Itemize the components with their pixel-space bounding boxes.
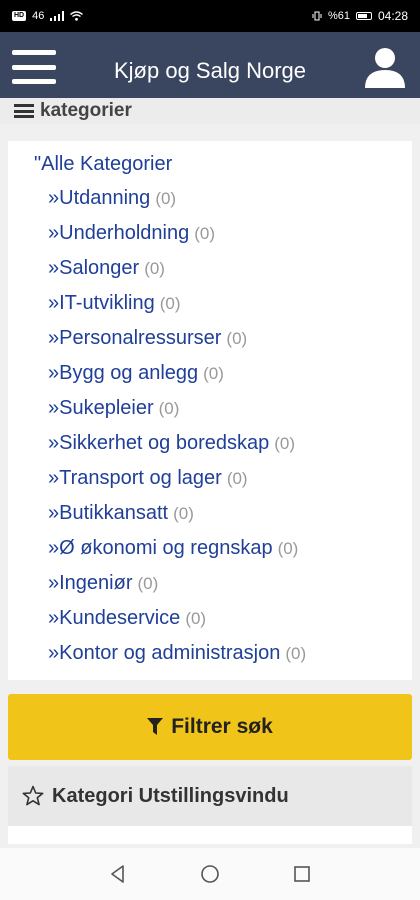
category-item: »Ø økonomi og regnskap (0) (48, 536, 306, 571)
category-link[interactable]: »Personalressurser (48, 327, 221, 349)
category-count: (0) (155, 189, 177, 208)
category-count: (0) (159, 294, 181, 313)
category-item: »IT-utvikling (0) (48, 291, 306, 326)
user-icon[interactable] (362, 44, 408, 90)
content-strip (8, 826, 412, 844)
category-link[interactable]: »Transport og lager (48, 467, 222, 489)
category-count: (0) (285, 644, 307, 663)
showcase-label: Kategori Utstillingsvindu (52, 784, 289, 807)
category-item: »Personalressurser (0) (48, 326, 306, 361)
carrier-badge: HD (12, 11, 27, 21)
category-link[interactable]: »IT-utvikling (48, 292, 155, 314)
category-link[interactable]: »Kundeservice (48, 607, 180, 629)
category-panel: "Alle Kategorier »Utdanning (0) »Underhol… (8, 141, 412, 680)
category-item: »Underholdning (0) (48, 221, 306, 256)
category-item: »Transport og lager (0) (48, 466, 306, 501)
category-count: (0) (274, 434, 296, 453)
signal-text: 46 (32, 10, 45, 22)
category-count: (0) (226, 469, 248, 488)
category-count: (0) (158, 399, 180, 418)
category-link[interactable]: »Utdanning (48, 187, 150, 209)
section-title: kategorier (40, 100, 132, 121)
category-item: »Sikkerhet og boredskap (0) (48, 431, 306, 466)
wifi-icon (70, 11, 84, 21)
category-link[interactable]: »Kontor og administrasjon (48, 642, 280, 664)
category-count: (0) (173, 504, 194, 523)
category-count: (0) (185, 609, 207, 628)
app-bar: Kjøp og Salg Norge (0, 32, 420, 102)
signal-icon (50, 11, 65, 21)
star-icon (22, 785, 44, 806)
category-link[interactable]: »Ø økonomi og regnskap (48, 537, 273, 559)
battery-percent: %61 (327, 10, 350, 22)
category-item: »Ingeniør (0) (48, 571, 306, 606)
category-link[interactable]: »Salonger (48, 257, 139, 279)
category-count: (0) (203, 364, 224, 383)
clock: 04:28 (377, 9, 408, 23)
status-bar: HD 46 %61 04:28 (0, 0, 420, 32)
category-link[interactable]: »Sikkerhet og boredskap (48, 432, 269, 454)
category-item: »Butikkansatt (0) (48, 501, 306, 536)
category-item: »Utdanning (0) (48, 186, 306, 221)
recents-icon[interactable] (291, 863, 313, 885)
filter-button-label: Filtrer søk (171, 715, 273, 738)
category-list: »Utdanning (0) »Underholdning (0) »Salonge… (48, 186, 306, 676)
category-link[interactable]: »Bygg og anlegg (48, 362, 198, 384)
category-count: (0) (277, 539, 299, 558)
category-link[interactable]: »Ingeniør (48, 572, 133, 594)
filter-icon (147, 718, 164, 735)
category-count: (0) (226, 329, 248, 348)
category-item: »Sukepleier (0) (48, 396, 306, 431)
system-nav-bar (0, 848, 420, 900)
categories-header: kategorier (0, 98, 420, 124)
app-title: Kjøp og Salg Norge (114, 58, 306, 83)
filter-search-button[interactable]: Filtrer søk (8, 694, 412, 760)
category-item: »Kundeservice (0) (48, 606, 306, 641)
category-showcase[interactable]: Kategori Utstillingsvindu (8, 766, 412, 826)
category-count: (0) (194, 224, 216, 243)
category-item: »Kontor og administrasjon (0) (48, 641, 306, 676)
category-count: (0) (137, 574, 159, 593)
category-link[interactable]: »Underholdning (48, 222, 189, 244)
bars-icon (14, 104, 34, 118)
category-link[interactable]: »Sukepleier (48, 397, 154, 419)
battery-icon (355, 12, 372, 20)
category-count: (0) (144, 259, 165, 278)
home-icon[interactable] (199, 863, 221, 885)
category-item: »Salonger (0) (48, 256, 306, 291)
all-categories-link[interactable]: "Alle Kategorier (34, 153, 172, 176)
vibrate-icon (312, 11, 322, 21)
category-item: »Bygg og anlegg (0) (48, 361, 306, 396)
back-icon[interactable] (107, 863, 129, 885)
category-link[interactable]: »Butikkansatt (48, 502, 168, 524)
